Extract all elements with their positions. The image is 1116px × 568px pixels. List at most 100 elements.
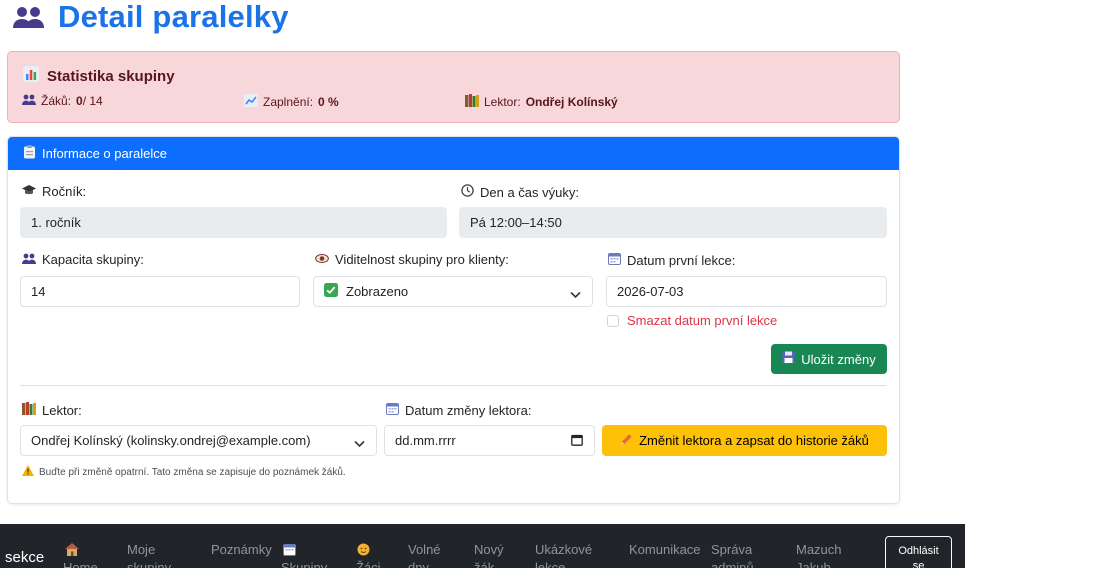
pencil-icon bbox=[620, 433, 633, 449]
navbar-brand[interactable]: sekce bbox=[5, 549, 44, 566]
lector-change-date-input[interactable]: dd.mm.rrrr bbox=[384, 425, 595, 456]
group-info-card: Informace o paralelce Ročník: 1. ročník … bbox=[7, 136, 900, 504]
house-icon bbox=[65, 541, 79, 561]
bar-chart-icon bbox=[23, 66, 39, 86]
students-label: Žáků: bbox=[41, 94, 72, 108]
lector-select-value: Ondřej Kolínský (kolinsky.ondrej@example… bbox=[31, 433, 311, 448]
calendar-icon bbox=[608, 252, 621, 268]
calendar-icon bbox=[386, 402, 399, 418]
lector-value: Ondřej Kolínský bbox=[525, 95, 618, 109]
first-lesson-value: 2026-07-03 bbox=[617, 284, 684, 299]
nav-item-new-student-label: Nový žák bbox=[474, 542, 504, 568]
warning-note: Buďte při změně opatrní. Tato změna se z… bbox=[22, 465, 346, 479]
nav-item-home[interactable]: Home bbox=[63, 541, 98, 568]
first-lesson-input[interactable]: 2026-07-03 bbox=[606, 276, 887, 307]
grade-label: Ročník: bbox=[22, 184, 86, 199]
save-button-label: Uložit změny bbox=[801, 351, 876, 367]
nav-item-my-groups[interactable]: Moje skupiny bbox=[127, 541, 171, 568]
visibility-select[interactable]: Zobrazeno bbox=[313, 276, 593, 307]
grade-label-text: Ročník: bbox=[42, 184, 87, 199]
page-header: Detail paralelky bbox=[12, 0, 289, 34]
first-lesson-label-text: Datum první lekce: bbox=[627, 252, 736, 268]
nav-item-students[interactable]: Žáci bbox=[356, 541, 381, 568]
students-count: 0 bbox=[76, 94, 83, 108]
page-title: Detail paralelky bbox=[58, 0, 289, 34]
stats-title: Statistika skupiny bbox=[47, 67, 175, 85]
schedule-label-text: Den a čas výuky: bbox=[480, 184, 579, 200]
lector-select[interactable]: Ondřej Kolínský (kolinsky.ondrej@example… bbox=[20, 425, 377, 456]
change-lector-button-label: Změnit lektora a zapsat do historie žáků bbox=[639, 433, 869, 448]
capacity-label-text: Kapacita skupiny: bbox=[42, 252, 144, 267]
nav-item-user-profile[interactable]: Mazuch Jakub bbox=[796, 541, 842, 568]
trend-chart-icon bbox=[244, 94, 258, 110]
nav-item-groups[interactable]: Skupiny bbox=[281, 541, 327, 568]
nav-item-sample-lessons-label: Ukázkové lekce bbox=[535, 542, 593, 568]
lector-change-date-label: Datum změny lektora: bbox=[386, 402, 531, 418]
card-title: Informace o paralelce bbox=[42, 146, 168, 161]
stats-heading: Statistika skupiny bbox=[23, 66, 175, 86]
group-stats-panel: Statistika skupiny Žáků: 0 / 14 Zaplnění… bbox=[7, 51, 900, 123]
lector-label-text: Lektor: bbox=[42, 402, 82, 418]
nav-item-user-profile-label: Mazuch Jakub bbox=[796, 542, 842, 568]
nav-item-days-off-label: Volné dny bbox=[408, 542, 441, 568]
grade-value: 1. ročník bbox=[31, 215, 81, 230]
nav-item-communication-label: Komunikace bbox=[629, 542, 701, 557]
visibility-label: Viditelnost skupiny pro klienty: bbox=[315, 252, 509, 267]
clipboard-icon bbox=[23, 145, 36, 162]
calendar-picker-icon[interactable] bbox=[571, 434, 583, 449]
schedule-label: Den a čas výuky: bbox=[461, 184, 579, 200]
fill-label: Zaplnění: bbox=[263, 95, 314, 109]
warning-icon bbox=[22, 465, 34, 479]
section-divider bbox=[20, 385, 886, 386]
books-icon bbox=[22, 402, 36, 418]
stats-lector: Lektor: Ondřej Kolínský bbox=[465, 94, 618, 110]
eye-icon bbox=[315, 252, 329, 267]
stats-students: Žáků: 0 / 14 bbox=[22, 94, 103, 108]
people-icon bbox=[22, 252, 36, 267]
nav-item-new-student[interactable]: Nový žák bbox=[474, 541, 504, 568]
lector-change-date-label-text: Datum změny lektora: bbox=[405, 402, 532, 418]
lector-label: Lektor: bbox=[22, 402, 82, 418]
visibility-value: Zobrazeno bbox=[346, 284, 409, 299]
capacity-value: 14 bbox=[31, 284, 46, 299]
nav-item-admin-management-label: Správa adminů bbox=[711, 542, 754, 568]
fill-value: 0 % bbox=[318, 95, 339, 109]
nav-item-notes-label: Poznámky bbox=[211, 542, 272, 557]
people-icon bbox=[22, 94, 36, 108]
people-icon bbox=[12, 3, 46, 31]
schedule-value: Pá 12:00–14:50 bbox=[470, 215, 562, 230]
change-lector-button[interactable]: Změnit lektora a zapsat do historie žáků bbox=[602, 425, 887, 456]
delete-first-lesson-label: Smazat datum první lekce bbox=[627, 313, 778, 328]
warning-text: Buďte při změně opatrní. Tato změna se z… bbox=[39, 466, 346, 478]
lector-label: Lektor: bbox=[484, 95, 521, 109]
save-button[interactable]: Uložit změny bbox=[771, 344, 887, 374]
floppy-disk-icon bbox=[782, 351, 795, 367]
lector-change-date-placeholder: dd.mm.rrrr bbox=[395, 433, 456, 448]
checkbox-box[interactable] bbox=[607, 314, 619, 327]
grade-field: 1. ročník bbox=[20, 207, 447, 238]
nav-item-notes[interactable]: Poznámky bbox=[211, 541, 272, 559]
schedule-field: Pá 12:00–14:50 bbox=[459, 207, 887, 238]
stats-fill: Zaplnění: 0 % bbox=[244, 94, 339, 110]
clock-icon bbox=[461, 184, 474, 200]
capacity-input[interactable]: 14 bbox=[20, 276, 300, 307]
books-icon bbox=[465, 94, 479, 110]
capacity-label: Kapacita skupiny: bbox=[22, 252, 144, 267]
nav-item-my-groups-label: Moje skupiny bbox=[127, 542, 172, 568]
nav-item-days-off[interactable]: Volné dny bbox=[408, 541, 441, 568]
calendar-icon bbox=[283, 541, 296, 561]
card-header: Informace o paralelce bbox=[8, 137, 899, 170]
bottom-navbar: sekce Home Moje skupiny Poznámky Skupiny… bbox=[0, 524, 965, 568]
graduation-cap-icon bbox=[22, 184, 36, 199]
nav-item-admin-management[interactable]: Správa adminů bbox=[711, 541, 754, 568]
student-icon bbox=[357, 541, 370, 561]
check-box-icon bbox=[324, 283, 338, 300]
chevron-down-icon bbox=[570, 287, 581, 302]
students-capacity: / 14 bbox=[82, 94, 103, 108]
logout-button[interactable]: Odhlásit se bbox=[885, 536, 952, 568]
nav-item-sample-lessons[interactable]: Ukázkové lekce bbox=[535, 541, 592, 568]
first-lesson-label: Datum první lekce: bbox=[608, 252, 735, 268]
nav-item-communication[interactable]: Komunikace bbox=[629, 541, 701, 559]
visibility-label-text: Viditelnost skupiny pro klienty: bbox=[335, 252, 509, 267]
delete-first-lesson-checkbox[interactable]: Smazat datum první lekce bbox=[607, 313, 777, 328]
